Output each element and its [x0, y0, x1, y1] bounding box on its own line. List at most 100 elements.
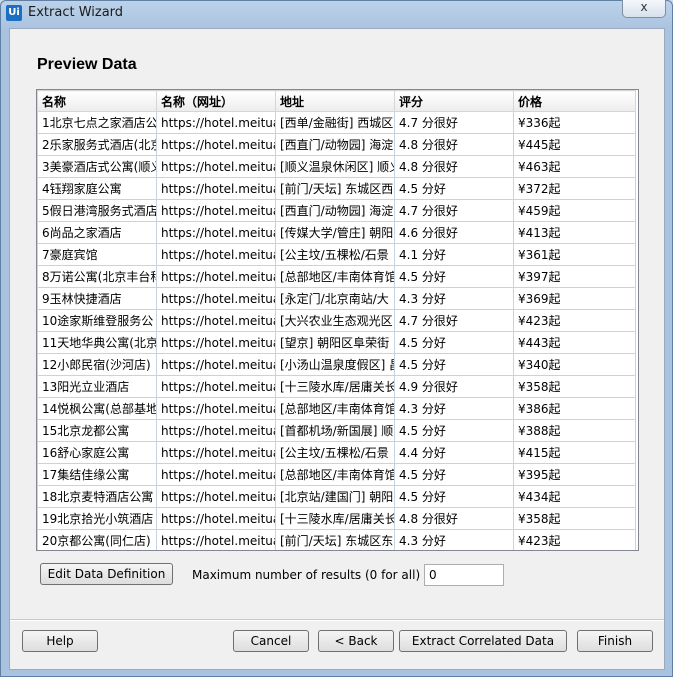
table-row[interactable]: 10途家斯维登服务公 https://hotel.meitua [大兴农业生态观光区…	[37, 309, 636, 332]
cell-name[interactable]: 15北京龙都公寓	[37, 419, 157, 442]
cell-price[interactable]: ¥336起	[513, 111, 636, 134]
cell-rating[interactable]: 4.7 分很好	[394, 111, 514, 134]
cell-url[interactable]: https://hotel.meitua	[156, 441, 276, 464]
cell-url[interactable]: https://hotel.meitua	[156, 243, 276, 266]
cell-name[interactable]: 19北京拾光小筑酒店	[37, 507, 157, 530]
cell-name[interactable]: 8万诺公寓(北京丰台科	[37, 265, 157, 288]
cell-name[interactable]: 17集结佳缘公寓	[37, 463, 157, 486]
cell-name[interactable]: 12小郎民宿(沙河店)	[37, 353, 157, 376]
cell-price[interactable]: ¥443起	[513, 331, 636, 354]
edit-data-definition-button[interactable]: Edit Data Definition	[40, 563, 173, 585]
cell-price[interactable]: ¥388起	[513, 419, 636, 442]
cell-price[interactable]: ¥397起	[513, 265, 636, 288]
cell-url[interactable]: https://hotel.meitua	[156, 331, 276, 354]
cell-address[interactable]: [前门/天坛] 东城区西	[275, 177, 395, 200]
cell-address[interactable]: [首都机场/新国展] 顺	[275, 419, 395, 442]
table-row[interactable]: 13阳光立业酒店 https://hotel.meitua [十三陵水库/居庸关长 4…	[37, 375, 636, 398]
cell-price[interactable]: ¥372起	[513, 177, 636, 200]
cell-address[interactable]: [小汤山温泉度假区] 昌	[275, 353, 395, 376]
close-button[interactable]: x	[622, 0, 666, 18]
cell-name[interactable]: 10途家斯维登服务公	[37, 309, 157, 332]
cell-rating[interactable]: 4.5 分好	[394, 353, 514, 376]
table-row[interactable]: 19北京拾光小筑酒店 https://hotel.meitua [十三陵水库/居庸关…	[37, 507, 636, 530]
cell-url[interactable]: https://hotel.meitua	[156, 529, 276, 550]
cell-url[interactable]: https://hotel.meitua	[156, 133, 276, 156]
cell-url[interactable]: https://hotel.meitua	[156, 309, 276, 332]
cell-price[interactable]: ¥459起	[513, 199, 636, 222]
cell-address[interactable]: [公主坟/五棵松/石景	[275, 441, 395, 464]
cell-name[interactable]: 3美豪酒店式公寓(顺义	[37, 155, 157, 178]
column-header-price[interactable]: 价格	[513, 90, 636, 112]
cell-name[interactable]: 5假日港湾服务式酒店	[37, 199, 157, 222]
cell-rating[interactable]: 4.6 分很好	[394, 221, 514, 244]
cell-url[interactable]: https://hotel.meitua	[156, 111, 276, 134]
cell-name[interactable]: 6尚品之家酒店	[37, 221, 157, 244]
cell-name[interactable]: 4钰翔家庭公寓	[37, 177, 157, 200]
cell-rating[interactable]: 4.8 分很好	[394, 133, 514, 156]
cell-address[interactable]: [总部地区/丰南体育馆	[275, 397, 395, 420]
help-button[interactable]: Help	[22, 630, 98, 652]
cell-name[interactable]: 9玉林快捷酒店	[37, 287, 157, 310]
table-row[interactable]: 3美豪酒店式公寓(顺义 https://hotel.meitua [顺义温泉休闲区]…	[37, 155, 636, 178]
cell-price[interactable]: ¥358起	[513, 507, 636, 530]
cell-address[interactable]: [公主坟/五棵松/石景	[275, 243, 395, 266]
cell-rating[interactable]: 4.7 分很好	[394, 199, 514, 222]
cell-address[interactable]: [十三陵水库/居庸关长	[275, 375, 395, 398]
cell-rating[interactable]: 4.5 分好	[394, 265, 514, 288]
cell-name[interactable]: 18北京麦特酒店公寓	[37, 485, 157, 508]
cell-price[interactable]: ¥395起	[513, 463, 636, 486]
cell-price[interactable]: ¥423起	[513, 309, 636, 332]
cell-rating[interactable]: 4.5 分好	[394, 177, 514, 200]
cell-address[interactable]: [北京站/建国门] 朝阳	[275, 485, 395, 508]
cell-price[interactable]: ¥386起	[513, 397, 636, 420]
cell-address[interactable]: [十三陵水库/居庸关长	[275, 507, 395, 530]
table-row[interactable]: 8万诺公寓(北京丰台科 https://hotel.meitua [总部地区/丰南体…	[37, 265, 636, 288]
table-row[interactable]: 4钰翔家庭公寓 https://hotel.meitua [前门/天坛] 东城区西 4…	[37, 177, 636, 200]
cell-url[interactable]: https://hotel.meitua	[156, 265, 276, 288]
cell-price[interactable]: ¥413起	[513, 221, 636, 244]
finish-button[interactable]: Finish	[577, 630, 653, 652]
cell-address[interactable]: [前门/天坛] 东城区东	[275, 529, 395, 550]
table-row[interactable]: 14悦枫公寓(总部基地 https://hotel.meitua [总部地区/丰南体…	[37, 397, 636, 420]
cell-rating[interactable]: 4.9 分很好	[394, 375, 514, 398]
table-row[interactable]: 5假日港湾服务式酒店 https://hotel.meitua [西直门/动物园] …	[37, 199, 636, 222]
cell-rating[interactable]: 4.3 分好	[394, 287, 514, 310]
cell-name[interactable]: 14悦枫公寓(总部基地	[37, 397, 157, 420]
table-row[interactable]: 18北京麦特酒店公寓 https://hotel.meitua [北京站/建国门] …	[37, 485, 636, 508]
cell-address[interactable]: [西直门/动物园] 海淀	[275, 199, 395, 222]
back-button[interactable]: < Back	[318, 630, 394, 652]
cell-rating[interactable]: 4.5 分好	[394, 331, 514, 354]
cancel-button[interactable]: Cancel	[233, 630, 309, 652]
cell-url[interactable]: https://hotel.meitua	[156, 221, 276, 244]
cell-address[interactable]: [西直门/动物园] 海淀	[275, 133, 395, 156]
column-header-name[interactable]: 名称	[37, 90, 157, 112]
cell-name[interactable]: 20京都公寓(同仁店)	[37, 529, 157, 550]
cell-address[interactable]: [顺义温泉休闲区] 顺义	[275, 155, 395, 178]
cell-rating[interactable]: 4.5 分好	[394, 463, 514, 486]
cell-url[interactable]: https://hotel.meitua	[156, 177, 276, 200]
cell-rating[interactable]: 4.8 分很好	[394, 507, 514, 530]
cell-rating[interactable]: 4.5 分好	[394, 485, 514, 508]
max-results-input[interactable]: 0	[424, 564, 504, 586]
cell-url[interactable]: https://hotel.meitua	[156, 199, 276, 222]
table-row[interactable]: 9玉林快捷酒店 https://hotel.meitua [永定门/北京南站/大 4.…	[37, 287, 636, 310]
cell-url[interactable]: https://hotel.meitua	[156, 375, 276, 398]
column-header-url[interactable]: 名称（网址）	[156, 90, 276, 112]
cell-price[interactable]: ¥445起	[513, 133, 636, 156]
cell-address[interactable]: [传媒大学/管庄] 朝阳	[275, 221, 395, 244]
cell-address[interactable]: [西单/金融街] 西城区	[275, 111, 395, 134]
cell-url[interactable]: https://hotel.meitua	[156, 507, 276, 530]
cell-name[interactable]: 16舒心家庭公寓	[37, 441, 157, 464]
table-row[interactable]: 15北京龙都公寓 https://hotel.meitua [首都机场/新国展] 顺…	[37, 419, 636, 442]
cell-address[interactable]: [总部地区/丰南体育馆	[275, 265, 395, 288]
cell-url[interactable]: https://hotel.meitua	[156, 419, 276, 442]
cell-rating[interactable]: 4.1 分好	[394, 243, 514, 266]
cell-price[interactable]: ¥358起	[513, 375, 636, 398]
preview-data-grid[interactable]: 名称 名称（网址） 地址 评分 价格 1北京七点之家酒店公 https://hot…	[36, 89, 639, 551]
cell-url[interactable]: https://hotel.meitua	[156, 463, 276, 486]
cell-name[interactable]: 1北京七点之家酒店公	[37, 111, 157, 134]
extract-correlated-data-button[interactable]: Extract Correlated Data	[399, 630, 567, 652]
table-row[interactable]: 16舒心家庭公寓 https://hotel.meitua [公主坟/五棵松/石景 4…	[37, 441, 636, 464]
cell-rating[interactable]: 4.8 分很好	[394, 155, 514, 178]
cell-url[interactable]: https://hotel.meitua	[156, 397, 276, 420]
